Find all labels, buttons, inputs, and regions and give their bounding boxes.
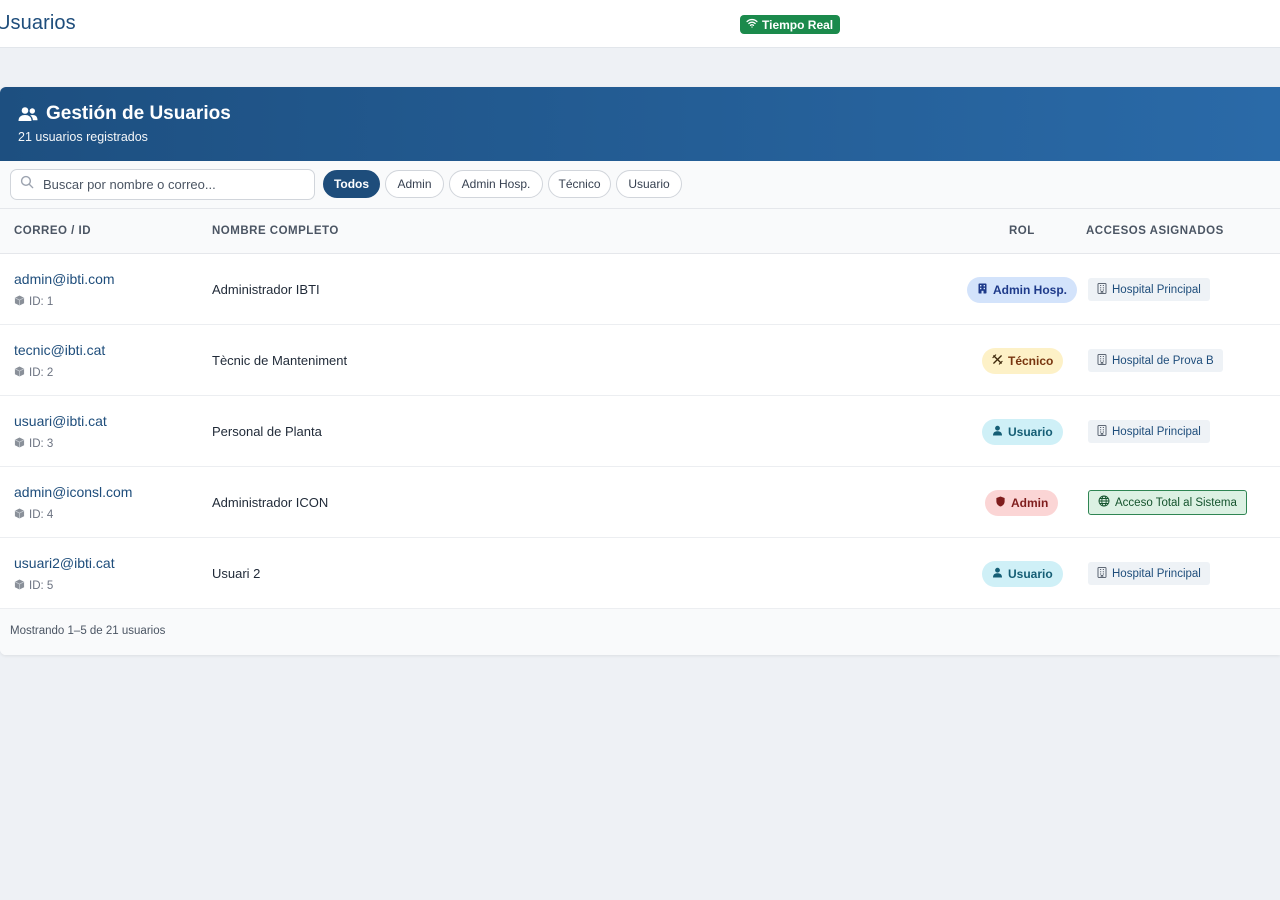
building-icon	[1097, 424, 1107, 439]
access-label: Acceso Total al Sistema	[1115, 496, 1237, 509]
filter-chip-admin-hosp[interactable]: Admin Hosp.	[449, 170, 543, 198]
user-email[interactable]: admin@ibti.com	[14, 271, 115, 287]
access-tag: Hospital Principal	[1088, 420, 1210, 443]
role-badge-admin: Admin	[985, 490, 1059, 516]
search-box[interactable]	[10, 169, 315, 200]
role-label: Admin	[1011, 496, 1049, 510]
building-icon	[1097, 566, 1107, 581]
user-id-label: ID: 3	[29, 438, 54, 450]
live-status-badge: Tiempo Real	[740, 15, 841, 34]
role-label: Usuario	[1008, 425, 1053, 439]
cube-icon	[14, 579, 25, 593]
role-badge-usuario: Usuario	[982, 419, 1063, 445]
role-label: Admin Hosp.	[993, 283, 1067, 297]
column-header-role[interactable]: ROL	[1009, 225, 1035, 237]
access-tag: Hospital de Prova B	[1088, 349, 1223, 372]
access-tag: Hospital Principal	[1088, 278, 1210, 301]
cube-icon	[14, 437, 25, 451]
live-status-label: Tiempo Real	[762, 17, 834, 32]
wifi-icon	[746, 17, 758, 32]
user-full-name: Personal de Planta	[212, 424, 322, 439]
user-id-label: ID: 4	[29, 509, 54, 521]
top-bar: Usuarios Tiempo Real	[0, 0, 1280, 48]
building-icon	[1097, 353, 1107, 368]
user-id-label: ID: 1	[29, 296, 54, 308]
user-full-name: Tècnic de Manteniment	[212, 353, 348, 368]
user-count-subtitle: 21 usuarios registrados	[18, 130, 148, 144]
role-badge-tecnico: Técnico	[982, 348, 1064, 374]
access-label: Hospital Principal	[1112, 283, 1201, 296]
cube-icon	[14, 366, 25, 380]
building-icon	[1097, 282, 1107, 297]
column-header-access[interactable]: ACCESOS ASIGNADOS	[1086, 225, 1224, 237]
table-header: CORREO / ID NOMBRE COMPLETO ROL ACCESOS …	[0, 209, 1280, 254]
access-label: Hospital de Prova B	[1112, 354, 1214, 367]
column-header-name[interactable]: NOMBRE COMPLETO	[212, 225, 339, 237]
user-id-label: ID: 5	[29, 580, 54, 592]
column-header-email[interactable]: CORREO / ID	[14, 225, 91, 237]
filter-bar: Todos Admin Admin Hosp. Técnico Usuario	[0, 161, 1280, 209]
search-icon	[20, 175, 34, 194]
user-icon	[992, 425, 1003, 439]
filter-chip-tecnico[interactable]: Técnico	[548, 170, 611, 198]
filter-chip-todos[interactable]: Todos	[323, 170, 380, 198]
cube-icon	[14, 508, 25, 522]
role-label: Técnico	[1008, 354, 1054, 368]
access-label: Hospital Principal	[1112, 425, 1201, 438]
filter-chip-admin[interactable]: Admin	[385, 170, 444, 198]
tools-icon	[992, 354, 1003, 368]
access-tag: Hospital Principal	[1088, 562, 1210, 585]
user-full-name: Administrador IBTI	[212, 282, 320, 297]
users-card: Gestión de Usuarios 21 usuarios registra…	[0, 87, 1280, 655]
access-label: Hospital Principal	[1112, 567, 1201, 580]
user-email[interactable]: tecnic@ibti.cat	[14, 342, 105, 358]
access-tag-total: Acceso Total al Sistema	[1088, 490, 1247, 515]
user-id-label: ID: 2	[29, 367, 54, 379]
role-label: Usuario	[1008, 567, 1053, 581]
user-icon	[992, 567, 1003, 581]
role-badge-usuario: Usuario	[982, 561, 1063, 587]
card-title: Gestión de Usuarios	[46, 103, 231, 124]
card-header: Gestión de Usuarios 21 usuarios registra…	[0, 87, 1280, 161]
table-row[interactable]: admin@iconsl.com ID: 4 Administrador ICO…	[0, 467, 1280, 538]
user-id: ID: 1	[14, 295, 53, 309]
user-id: ID: 5	[14, 579, 53, 593]
page-title: Usuarios	[0, 12, 76, 34]
user-id: ID: 3	[14, 437, 53, 451]
table-row[interactable]: usuari@ibti.cat ID: 3 Personal de Planta…	[0, 396, 1280, 467]
user-id: ID: 2	[14, 366, 53, 380]
table-row[interactable]: tecnic@ibti.cat ID: 2 Tècnic de Mantenim…	[0, 325, 1280, 396]
table-row[interactable]: usuari2@ibti.cat ID: 5 Usuari 2 Usuario …	[0, 538, 1280, 609]
user-email[interactable]: usuari2@ibti.cat	[14, 555, 115, 571]
filter-chip-usuario[interactable]: Usuario	[616, 170, 682, 198]
search-input[interactable]	[43, 177, 303, 192]
user-email[interactable]: usuari@ibti.cat	[14, 413, 107, 429]
building-icon	[977, 283, 988, 297]
pagination-summary: Mostrando 1–5 de 21 usuarios	[0, 609, 1280, 655]
user-id: ID: 4	[14, 508, 53, 522]
user-email[interactable]: admin@iconsl.com	[14, 484, 132, 500]
users-icon	[18, 106, 38, 122]
user-full-name: Usuari 2	[212, 566, 261, 581]
globe-icon	[1098, 495, 1110, 510]
shield-icon	[995, 496, 1006, 510]
table-row[interactable]: admin@ibti.com ID: 1 Administrador IBTI …	[0, 254, 1280, 325]
user-full-name: Administrador ICON	[212, 495, 329, 510]
cube-icon	[14, 295, 25, 309]
role-badge-admin-hosp: Admin Hosp.	[967, 277, 1077, 303]
